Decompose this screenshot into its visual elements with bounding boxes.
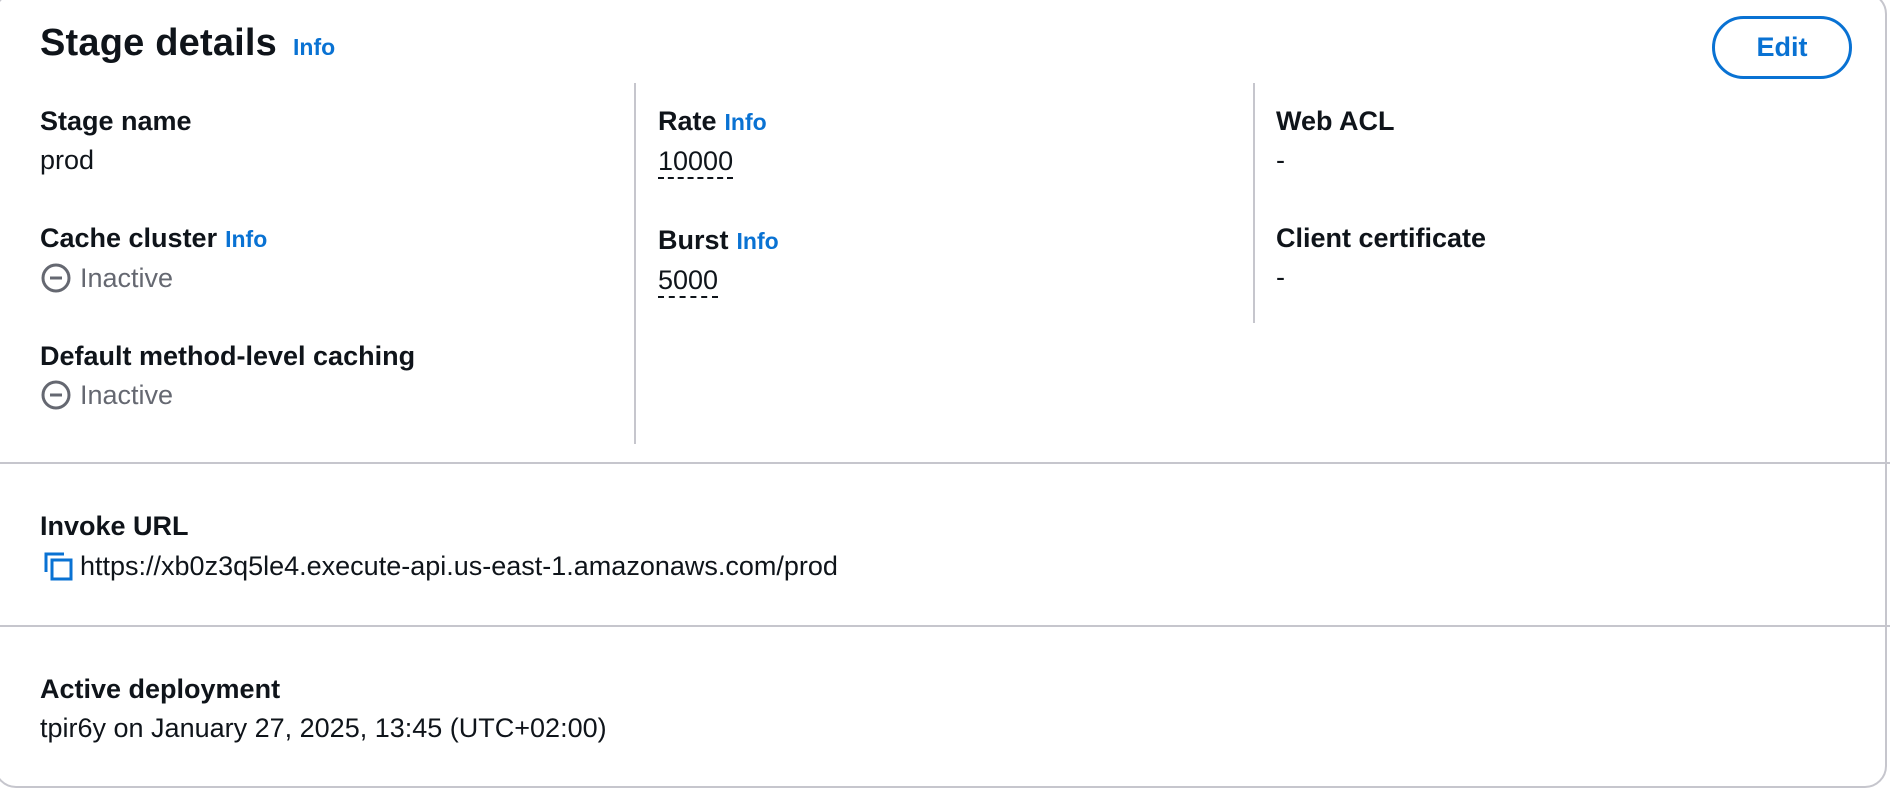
details-column-3: Web ACL - Client certificate -	[1276, 104, 1486, 338]
default-caching-field: Default method-level caching Inactive	[40, 339, 415, 412]
burst-field: Burst Info 5000	[658, 223, 779, 298]
copy-icon[interactable]	[40, 548, 76, 584]
invoke-url-value: https://xb0z3q5le4.execute-api.us-east-1…	[80, 551, 838, 581]
cache-cluster-field: Cache cluster Info Inactive	[40, 221, 415, 295]
stage-name-value: prod	[40, 145, 95, 175]
burst-label: Burst	[658, 225, 729, 255]
active-deployment-section: Active deployment tpir6y on January 27, …	[40, 672, 607, 745]
stage-name-field: Stage name prod	[40, 104, 415, 177]
stage-name-label: Stage name	[40, 106, 192, 136]
active-deployment-label: Active deployment	[40, 674, 281, 704]
default-caching-status: Inactive	[40, 378, 415, 412]
column-divider	[1253, 83, 1255, 323]
active-deployment-value: tpir6y on January 27, 2025, 13:45 (UTC+0…	[40, 713, 607, 743]
invoke-url-row: https://xb0z3q5le4.execute-api.us-east-1…	[40, 548, 838, 584]
column-divider	[634, 83, 636, 444]
default-caching-status-text: Inactive	[80, 380, 174, 410]
burst-value-row: 5000	[658, 263, 779, 298]
web-acl-value: -	[1276, 145, 1285, 175]
rate-value[interactable]: 10000	[658, 146, 734, 179]
invoke-url-section: Invoke URL https://xb0z3q5le4.execute-ap…	[40, 509, 838, 584]
section-divider	[0, 625, 1890, 627]
page-title: Stage details	[40, 22, 278, 64]
burst-label-row: Burst Info	[658, 223, 779, 258]
cache-cluster-label: Cache cluster	[40, 223, 218, 253]
panel-header: Stage details Info	[40, 22, 335, 65]
rate-info-link[interactable]: Info	[725, 105, 767, 139]
invoke-url-label: Invoke URL	[40, 511, 189, 541]
rate-label: Rate	[658, 106, 717, 136]
cache-cluster-status: Inactive	[40, 261, 415, 295]
default-caching-label: Default method-level caching	[40, 341, 416, 371]
minus-circle-icon	[41, 380, 71, 410]
rate-label-row: Rate Info	[658, 104, 779, 139]
rate-field: Rate Info 10000	[658, 104, 779, 179]
client-certificate-label: Client certificate	[1276, 223, 1487, 253]
burst-value[interactable]: 5000	[658, 265, 719, 298]
web-acl-field: Web ACL -	[1276, 104, 1486, 177]
cache-cluster-status-text: Inactive	[80, 263, 174, 293]
client-certificate-field: Client certificate -	[1276, 221, 1486, 294]
details-column-1: Stage name prod Cache cluster Info Inact…	[40, 104, 415, 456]
client-certificate-value: -	[1276, 262, 1285, 292]
cache-cluster-info-link[interactable]: Info	[225, 222, 267, 256]
details-column-2: Rate Info 10000 Burst Info 5000	[658, 104, 779, 342]
burst-info-link[interactable]: Info	[737, 224, 779, 258]
cache-cluster-label-row: Cache cluster Info	[40, 221, 415, 256]
web-acl-label: Web ACL	[1276, 106, 1395, 136]
section-divider	[0, 462, 1890, 464]
minus-circle-icon	[41, 263, 71, 293]
stage-details-info-link[interactable]: Info	[293, 34, 335, 61]
rate-value-row: 10000	[658, 144, 779, 179]
edit-button[interactable]: Edit	[1712, 16, 1852, 79]
